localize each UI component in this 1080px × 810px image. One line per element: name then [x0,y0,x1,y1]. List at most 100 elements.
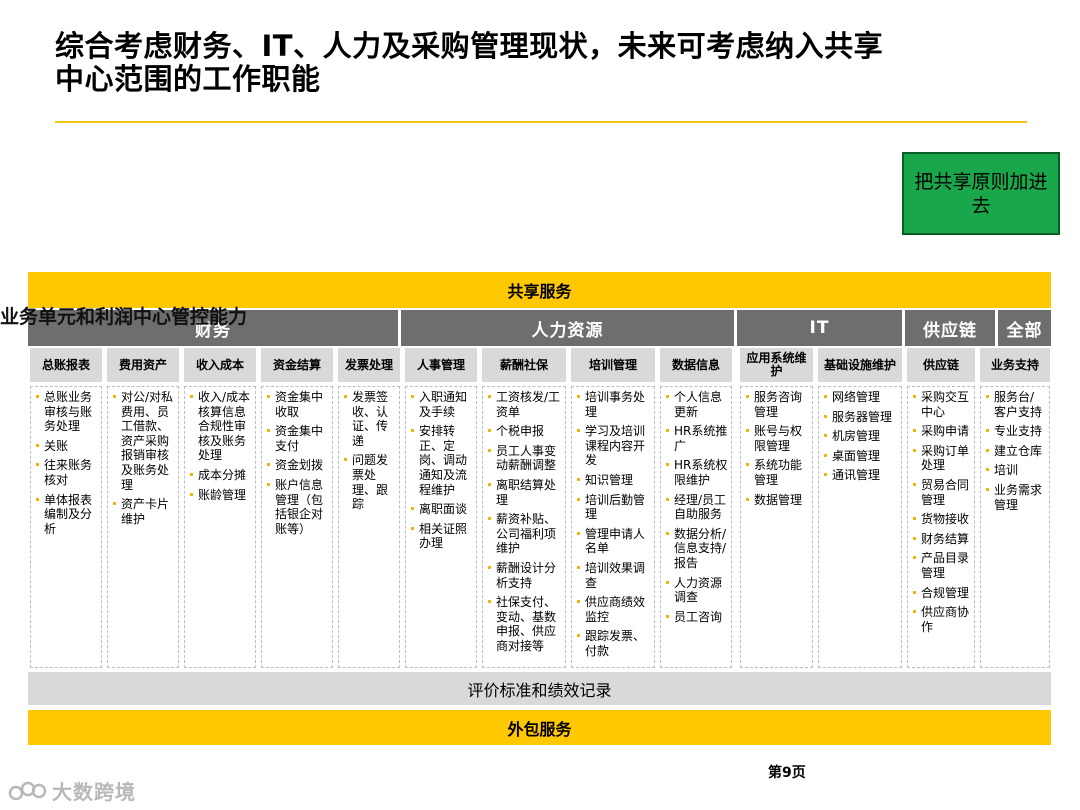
group-it: IT [737,310,902,346]
column-body: 总账业务审核与账务处理 关账 往来账务核对 单体报表编制及分析 [30,386,102,668]
list-item: 收入/成本核算信息合规性审核及账务处理 [189,390,252,463]
list-item: 知识管理 [576,473,651,488]
list-item: 薪资补贴、公司福利项维护 [487,512,562,556]
column-header: 业务支持 [980,348,1050,382]
list-item: 人力资源调查 [665,576,728,605]
list-item: 系统功能管理 [745,458,809,487]
column-body: 收入/成本核算信息合规性审核及账务处理 成本分摊 账龄管理 [184,386,256,668]
list-item: 供应商协作 [912,605,971,634]
column-header: 供应链 [907,348,975,382]
column-body: 入职通知及手续 安排转正、定岗、调动通知及流程维护 离职面谈 相关证照办理 [405,386,477,668]
group-hr: 人力资源 [401,310,734,346]
list-item: 财务结算 [912,532,971,547]
list-item: HR系统权限维护 [665,458,728,487]
column-body: 网络管理 服务器管理 机房管理 桌面管理 通讯管理 [818,386,902,668]
watermark-text: 大数跨境 [52,780,136,804]
column-header: 收入成本 [184,348,256,382]
outsourcing-banner: 外包服务 [28,710,1051,745]
list-item: 跟踪发票、付款 [576,629,651,658]
evaluation-bar: 评价标准和绩效记录 [28,672,1051,705]
list-item: 培训 [985,463,1046,478]
list-item: 数据分析/信息支持/报告 [665,527,728,571]
column-header: 数据信息 [660,348,732,382]
list-item: 个人信息更新 [665,390,728,419]
list-item: 总账业务审核与账务处理 [35,390,98,434]
column-header: 资金结算 [261,348,333,382]
overlay-annotation: 业务单元和利润中心管控能力 [0,306,248,328]
list-item: 单体报表编制及分析 [35,493,98,537]
list-item: 服务器管理 [823,410,898,425]
list-item: 管理申请人名单 [576,527,651,556]
list-item: 薪酬设计分析支持 [487,561,562,590]
title-divider [55,121,1027,123]
list-item: 离职面谈 [410,502,473,517]
list-item: 货物接收 [912,512,971,527]
list-item: 资金划拨 [266,458,329,473]
watermark-logo-icon [8,781,47,800]
list-item: HR系统推广 [665,424,728,453]
list-item: 账号与权限管理 [745,424,809,453]
column-header: 总账报表 [30,348,102,382]
list-item: 供应商绩效监控 [576,595,651,624]
column-header: 费用资产 [107,348,179,382]
list-item: 员工咨询 [665,610,728,625]
list-item: 安排转正、定岗、调动通知及流程维护 [410,424,473,497]
group-all: 全部 [998,310,1051,346]
column-header: 薪酬社保 [482,348,566,382]
list-item: 资金集中支付 [266,424,329,453]
group-supply-chain: 供应链 [905,310,995,346]
list-item: 社保支付、变动、基数申报、供应商对接等 [487,595,562,653]
column-body: 培训事务处理 学习及培训课程内容开发 知识管理 培训后勤管理 管理申请人名单 培… [571,386,655,668]
list-item: 通讯管理 [823,468,898,483]
list-item: 工资核发/工资单 [487,390,562,419]
title-line-2: 中心范围的工作职能 [55,62,321,96]
page-number: 第9页 [768,765,806,781]
column-body: 资金集中收取 资金集中支付 资金划拨 账户信息管理（包括银企对账等） [261,386,333,668]
watermark: 大数跨境 [8,776,136,805]
column-body: 服务咨询管理 账号与权限管理 系统功能管理 数据管理 [740,386,813,668]
list-item: 培训后勤管理 [576,493,651,522]
column-header: 人事管理 [405,348,477,382]
list-item: 网络管理 [823,390,898,405]
title-line-1: 综合考虑财务、IT、人力及采购管理现状，未来可考虑纳入共享 [55,29,884,63]
list-item: 采购交互中心 [912,390,971,419]
list-item: 机房管理 [823,429,898,444]
column-body: 对公/对私费用、员工借款、资产采购报销审核及账务处理 资产卡片维护 [107,386,179,668]
page-title: 综合考虑财务、IT、人力及采购管理现状，未来可考虑纳入共享 中心范围的工作职能 [55,30,1035,96]
list-item: 入职通知及手续 [410,390,473,419]
list-item: 业务需求管理 [985,483,1046,512]
note-callout: 把共享原则加进去 [902,152,1060,235]
list-item: 问题发票处理、跟踪 [343,453,396,511]
list-item: 产品目录管理 [912,551,971,580]
list-item: 经理/员工自助服务 [665,493,728,522]
list-item: 培训事务处理 [576,390,651,419]
list-item: 资金集中收取 [266,390,329,419]
list-item: 学习及培训课程内容开发 [576,424,651,468]
list-item: 建立仓库 [985,444,1046,459]
list-item: 个税申报 [487,424,562,439]
list-item: 账龄管理 [189,488,252,503]
list-item: 往来账务核对 [35,458,98,487]
list-item: 成本分摊 [189,468,252,483]
list-item: 培训效果调查 [576,561,651,590]
list-item: 专业支持 [985,424,1046,439]
column-body: 发票签收、认证、传递 问题发票处理、跟踪 [338,386,400,668]
list-item: 资产卡片维护 [112,497,175,526]
column-header: 基础设施维护 [818,348,902,382]
list-item: 桌面管理 [823,449,898,464]
column-body: 工资核发/工资单 个税申报 员工人事变动薪酬调整 离职结算处理 薪资补贴、公司福… [482,386,566,668]
list-item: 员工人事变动薪酬调整 [487,444,562,473]
list-item: 合规管理 [912,586,971,601]
column-header: 培训管理 [571,348,655,382]
list-item: 发票签收、认证、传递 [343,390,396,448]
list-item: 相关证照办理 [410,522,473,551]
column-body: 个人信息更新 HR系统推广 HR系统权限维护 经理/员工自助服务 数据分析/信息… [660,386,732,668]
list-item: 账户信息管理（包括银企对账等） [266,478,329,536]
list-item: 采购订单处理 [912,444,971,473]
list-item: 离职结算处理 [487,478,562,507]
column-header: 应用系统维护 [740,348,813,382]
list-item: 采购申请 [912,424,971,439]
list-item: 对公/对私费用、员工借款、资产采购报销审核及账务处理 [112,390,175,492]
list-item: 关账 [35,439,98,454]
column-header: 发票处理 [338,348,400,382]
